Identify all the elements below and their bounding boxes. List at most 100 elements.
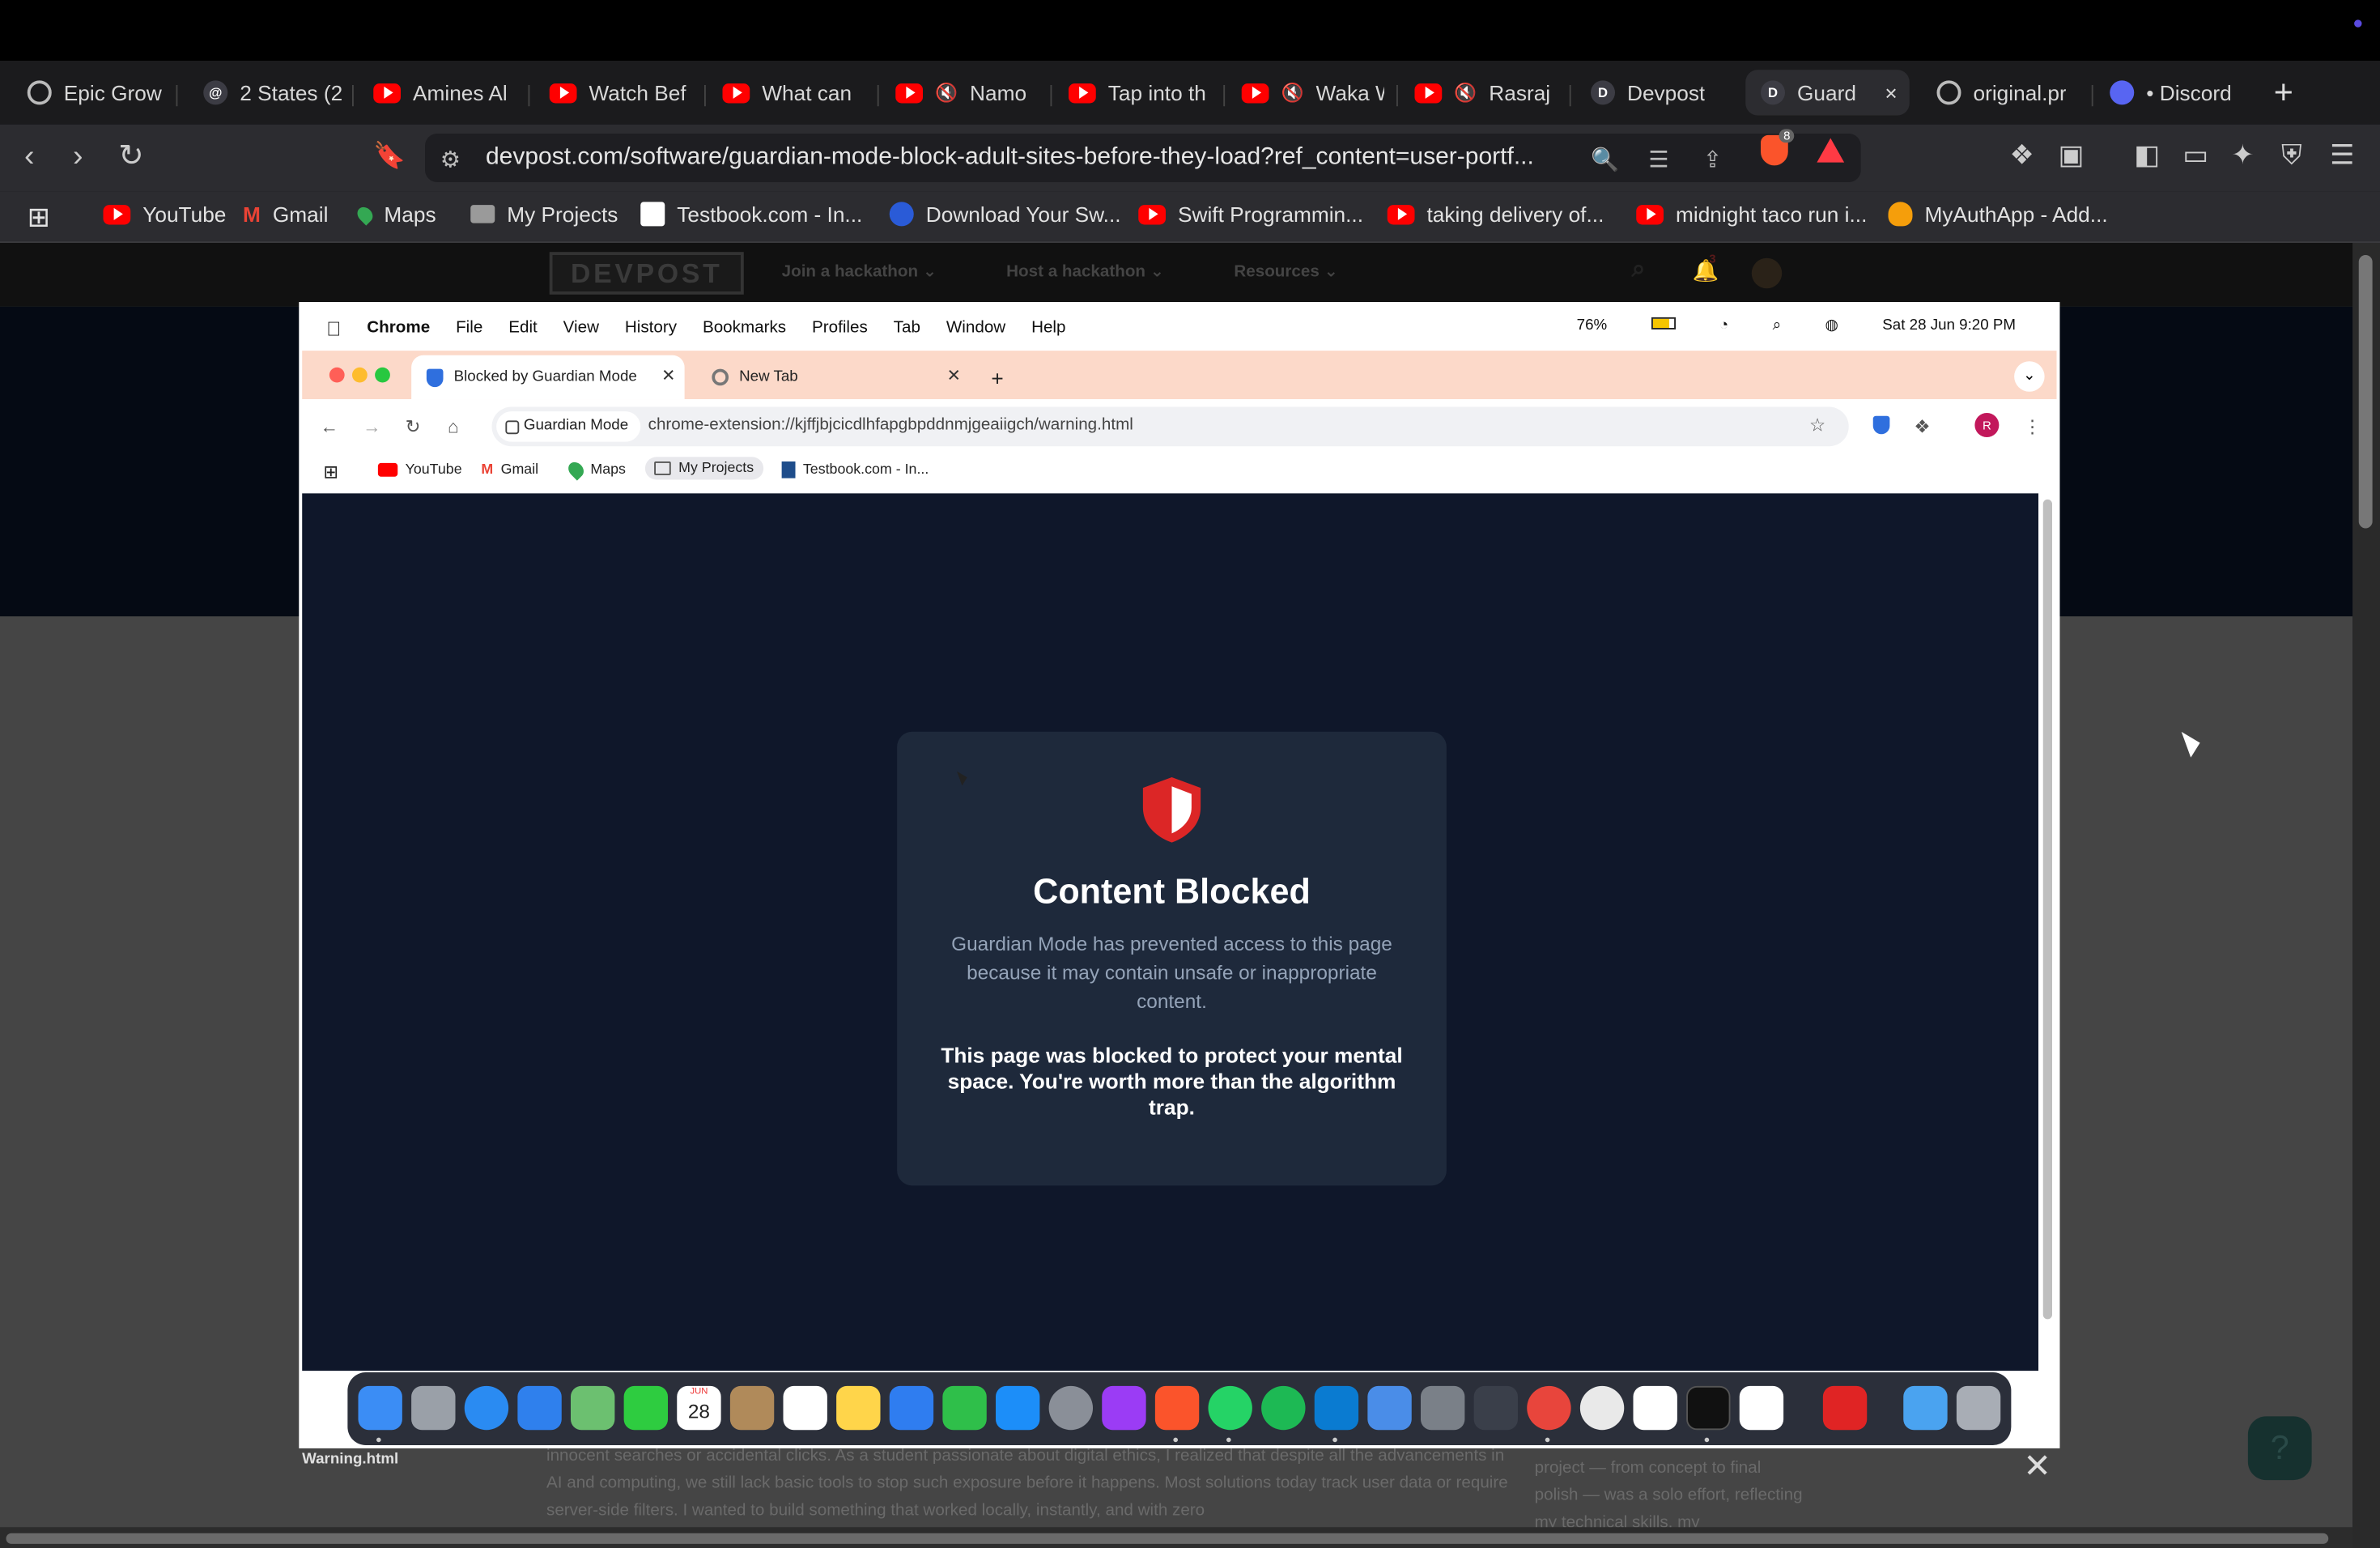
vpn-icon[interactable]: ⛨ xyxy=(2281,140,2301,172)
notification-count: 3 xyxy=(1709,252,1716,266)
menu-icon[interactable]: ☰ xyxy=(2330,140,2354,172)
address-bar-url[interactable]: devpost.com/software/guardian-mode-block… xyxy=(486,144,1534,172)
bookmark-icon[interactable]: 🔖 xyxy=(373,140,406,173)
reload-icon[interactable]: ↻ xyxy=(118,140,143,173)
blocked-card: Content Blocked Guardian Mode has preven… xyxy=(897,731,1447,1186)
muted-speaker-icon[interactable]: 🔇 xyxy=(935,82,958,103)
bookmark-item[interactable]: My Projects xyxy=(470,202,618,226)
menu-chrome: Chrome xyxy=(352,318,430,338)
close-tab-icon[interactable]: × xyxy=(1885,80,1897,104)
bookmark-item[interactable]: Swift Programmin... xyxy=(1138,202,1363,226)
keynote-icon xyxy=(889,1385,934,1431)
clock: Sat 28 Jun 9:20 PM xyxy=(1882,317,2016,334)
bookmark-item[interactable]: Download Your Sw... xyxy=(889,202,1121,227)
nav-resources[interactable]: Resources ⌄ xyxy=(1234,262,1337,281)
bookmark-item[interactable]: midnight taco run i... xyxy=(1636,202,1867,226)
page-scrollbar[interactable] xyxy=(2352,243,2380,1548)
browser-tab[interactable]: @2 States (2 xyxy=(189,70,346,115)
scaled-canvas: Epic Grow @2 States (2 Amines Al Watch B… xyxy=(0,0,2380,1548)
browser-tab[interactable]: Epic Grow xyxy=(12,70,164,115)
youtube-icon xyxy=(722,83,750,103)
project-story-text: innocent searches or accidental clicks. … xyxy=(546,1446,1508,1520)
back-icon[interactable]: ‹ xyxy=(24,140,35,173)
lightbox-image:  Chrome File Edit View History Bookmark… xyxy=(299,302,2060,1448)
help-button[interactable]: ? xyxy=(2247,1416,2312,1481)
discord-icon xyxy=(2110,80,2135,105)
site-settings-icon[interactable]: ⚙ xyxy=(440,146,461,173)
scrollbar-thumb[interactable] xyxy=(2358,255,2373,529)
spotlight-icon: ⌕ xyxy=(1772,317,1782,334)
bookmark-item[interactable]: taking delivery of... xyxy=(1387,202,1604,226)
warp-icon xyxy=(1102,1385,1146,1431)
apps-grid-icon[interactable]: ⊞ xyxy=(28,202,50,233)
muted-speaker-icon[interactable]: 🔇 xyxy=(1454,82,1477,103)
sidebar-icon[interactable]: ◧ xyxy=(2134,140,2160,172)
browser-tab[interactable]: 🔇Waka W xyxy=(1226,70,1384,115)
tab-divider xyxy=(704,85,706,107)
dock-running-dot xyxy=(1332,1437,1337,1443)
tab-search-icon: ⌄ xyxy=(2014,361,2045,392)
scrollbar-thumb[interactable] xyxy=(6,1533,2329,1544)
browser-tab[interactable]: Tap into th xyxy=(1053,70,1211,115)
browser-tab[interactable]: 🔇 Rasraj xyxy=(1400,70,1558,115)
chrome-toolbar: ← → ↻ ⌂ Guardian Mode chrome-extension:/… xyxy=(302,399,2057,454)
forward-icon[interactable]: › xyxy=(73,140,83,173)
bookmark-item[interactable]: MyAuthApp - Add... xyxy=(1888,202,2108,227)
leo-ai-icon[interactable]: ✦ xyxy=(2231,140,2254,172)
bookmark-item[interactable]: Testbook.com - In... xyxy=(640,202,862,227)
scrollbar-thumb xyxy=(2042,499,2052,1320)
gmail-icon: M xyxy=(243,202,261,227)
avatar[interactable] xyxy=(1751,257,1783,289)
youtube-icon xyxy=(1414,83,1443,103)
bookmark-item[interactable]: YouTube xyxy=(103,202,226,226)
tab-divider xyxy=(1050,85,1052,107)
guardian-shield-icon xyxy=(426,368,444,387)
address-bar[interactable]: ⚙ devpost.com/software/guardian-mode-blo… xyxy=(425,134,1861,182)
muted-speaker-icon[interactable]: 🔇 xyxy=(1281,82,1304,103)
devpost-logo[interactable]: DEVPOST xyxy=(549,252,744,295)
browser-tab[interactable]: Amines Al xyxy=(359,70,516,115)
devpost-icon: D xyxy=(1591,80,1615,105)
tab-search-icon[interactable]: ▣ xyxy=(2059,140,2085,172)
share-icon[interactable]: ⇪ xyxy=(1703,146,1723,173)
bookmark-item[interactable]: Maps xyxy=(354,202,436,226)
folder-icon xyxy=(654,461,671,475)
youtube-icon xyxy=(103,204,131,224)
browser-tab[interactable]: 🔇 Namo xyxy=(881,70,1039,115)
browser-tab[interactable]: original.pr xyxy=(1922,70,2080,115)
brave-rewards-icon[interactable] xyxy=(1817,138,1845,163)
extensions-icon: ❖ xyxy=(1914,415,1931,437)
brave-icon xyxy=(1154,1385,1200,1431)
search-icon[interactable]: ⌕ xyxy=(1632,257,1646,284)
chrome-omnibox: Guardian Mode chrome-extension://kjffjbj… xyxy=(491,406,1849,447)
wallet-icon[interactable]: ▭ xyxy=(2182,140,2208,172)
youtube-icon xyxy=(1387,204,1415,224)
browser-tab-active[interactable]: D Guard × xyxy=(1745,70,1910,116)
horizontal-scrollbar[interactable] xyxy=(0,1527,2353,1548)
browser-tab[interactable]: D Devpost xyxy=(1575,70,1733,115)
terminal-icon xyxy=(1686,1385,1731,1431)
chrome-tab-active: Blocked by Guardian Mode ✕ xyxy=(411,355,685,400)
browser-tab[interactable]: Watch Bef xyxy=(534,70,692,115)
new-tab-button[interactable]: + xyxy=(2274,73,2293,113)
shield-icon xyxy=(1142,777,1201,843)
bookmark-item: YouTube xyxy=(377,461,462,478)
apple-icon:  xyxy=(326,317,341,339)
status-dot-icon xyxy=(2354,19,2362,28)
zoom-icon[interactable]: 🔍 xyxy=(1591,146,1619,173)
minimize-window-icon xyxy=(352,367,368,383)
mac-dock: JUN 28 xyxy=(347,1372,2012,1445)
close-tab-icon: ✕ xyxy=(661,367,676,386)
mac-status-area: 76% ◔ ⌕ ◍ Sat 28 Jun 9:20 PM xyxy=(1577,317,2042,334)
nav-host-hackathon[interactable]: Host a hackathon ⌄ xyxy=(1006,262,1164,281)
close-window-icon xyxy=(329,367,345,383)
nav-join-hackathon[interactable]: Join a hackathon ⌄ xyxy=(782,262,937,281)
browser-tab[interactable]: What can xyxy=(708,70,865,115)
extensions-icon[interactable]: ❖ xyxy=(2010,140,2034,172)
youtube-icon xyxy=(1138,204,1166,224)
lightbox-close-icon[interactable]: ✕ xyxy=(2023,1447,2051,1486)
gmail-icon: M xyxy=(481,461,494,478)
browser-tab[interactable]: • Discord xyxy=(2095,70,2253,115)
bookmark-item[interactable]: M Gmail xyxy=(243,202,328,226)
reader-mode-icon[interactable]: ☰ xyxy=(1648,146,1668,173)
